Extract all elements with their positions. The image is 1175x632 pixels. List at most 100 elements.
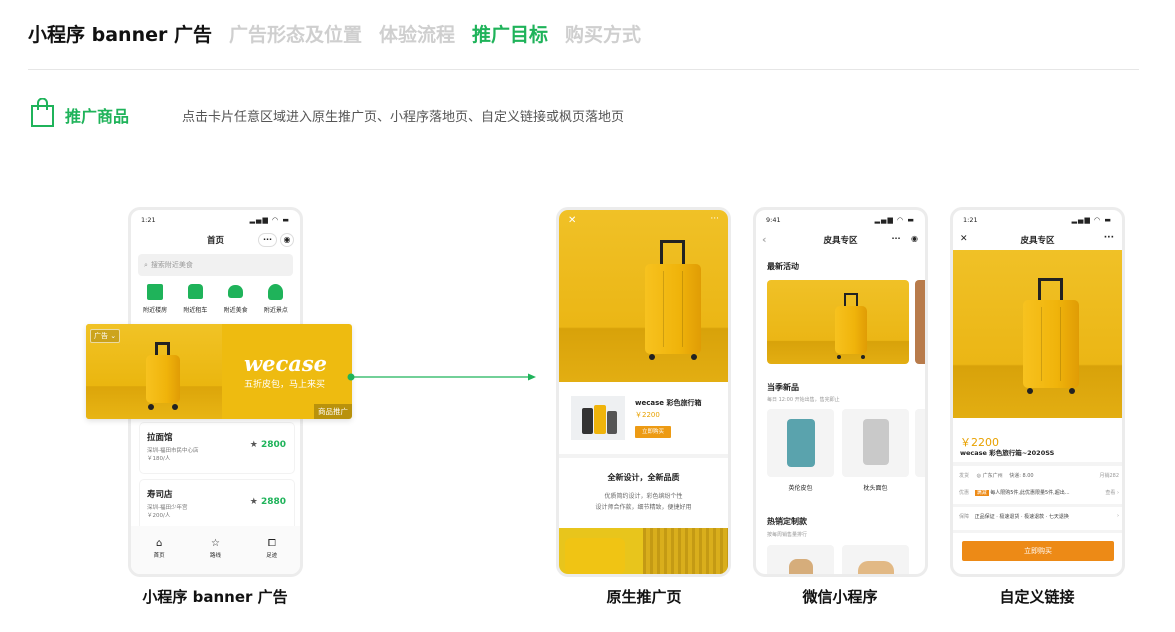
tab-experience-flow[interactable]: 体验流程 — [379, 20, 455, 47]
capsule-menu[interactable]: ··· ◉ — [887, 233, 921, 247]
tab-promotion-goal[interactable]: 推广目标 — [472, 20, 548, 47]
discount-row[interactable]: 优惠 满减 每人限购5件,此优惠限量5件,超出... 查看 › — [959, 489, 1119, 499]
status-bar: 1:21 ▂▄▆ ◠ ▬ — [131, 210, 300, 230]
section-title: 当季新品 — [767, 383, 799, 392]
phone-wechat-mini-program: 9:41 ▂▄▆ ◠ ▬ ‹ 皮具专区 ··· ◉ 最新活动 当季新品 每日 1… — [753, 207, 928, 577]
divider — [28, 69, 1139, 70]
tab-ad-format-position[interactable]: 广告形态及位置 — [229, 20, 362, 47]
section-subtitle: 按每周销售量排行 — [767, 532, 808, 538]
burger-icon — [228, 285, 244, 298]
flow-arrow — [347, 367, 537, 381]
category-label: 附近景点 — [263, 307, 288, 314]
restaurant-address: 深圳-福田市民中心店 — [147, 448, 199, 454]
ad-tag: 广告 ⌄ — [90, 329, 121, 343]
rating: ★ 2800 — [250, 440, 286, 450]
monthly-sales: 月销282 — [1099, 473, 1119, 479]
capsule-menu[interactable]: ··· ◉ — [258, 233, 294, 247]
guarantee-row[interactable]: 保障 正品保证 · 极速退货 · 极速退款 · 七天退换 › — [959, 513, 1119, 523]
buy-now-button[interactable]: 立即购买 — [962, 541, 1114, 561]
more-icon[interactable]: ··· — [887, 233, 905, 247]
row-label: 保障 — [959, 514, 970, 520]
discount-link[interactable]: 查看 › — [1105, 489, 1119, 496]
shipping-origin: 广东广州 — [982, 473, 1003, 479]
tabbar-item-home[interactable]: ⌂ 首页 — [139, 538, 179, 559]
product-title: wecase 彩色旅行箱~2020SS — [960, 449, 1055, 457]
shipping-fee: 快递: 8.00 — [1009, 473, 1034, 479]
caption-custom-link: 自定义链接 — [999, 588, 1075, 606]
product-card[interactable] — [767, 545, 834, 574]
product-card[interactable] — [842, 409, 909, 477]
star-icon: ☆ — [211, 537, 220, 549]
category-item[interactable]: 附近楼房 — [136, 284, 174, 314]
restaurant-price: ￥180/人 — [147, 456, 171, 462]
product-name: 英伦皮包 — [788, 485, 813, 492]
section-divider — [559, 454, 728, 458]
star-icon: ★ — [249, 440, 261, 450]
tabbar-item-footprint[interactable]: ⧠ 足迹 — [252, 538, 292, 559]
list-item[interactable]: 寿司店 深圳-福田少年宫 ￥200/人 ★ 2880 — [140, 480, 294, 530]
divider — [953, 462, 1122, 466]
banner-slogan: 五折皮包，马上来买 — [244, 380, 326, 390]
search-input[interactable]: ⌕ 搜索附近美食 — [138, 254, 293, 276]
tab-purchase-method[interactable]: 购买方式 — [565, 20, 641, 47]
signal-battery-icon: ▂▄▆ ◠ ▬ — [1071, 216, 1112, 224]
tab-mini-program-banner[interactable]: 小程序 banner 广告 — [28, 20, 212, 47]
back-icon[interactable]: ‹ — [762, 233, 767, 246]
product-card[interactable] — [767, 409, 834, 477]
promo-description: 点击卡片任意区域进入原生推广页、小程序落地页、自定义链接或枫页落地页 — [182, 110, 625, 125]
category-item[interactable]: 附近美食 — [217, 284, 255, 314]
category-item[interactable]: 附近景点 — [257, 284, 295, 314]
category-label: 附近租车 — [183, 307, 208, 314]
divider — [953, 504, 1122, 507]
category-item[interactable]: 附近租车 — [176, 284, 214, 314]
more-icon[interactable]: ··· — [258, 233, 277, 247]
bus-icon — [187, 284, 203, 299]
tab-bar: 小程序 banner 广告 广告形态及位置 体验流程 推广目标 购买方式 — [28, 20, 658, 46]
status-time: 1:21 — [963, 216, 978, 224]
close-icon[interactable]: ✕ — [960, 234, 968, 244]
section-title: 最新活动 — [767, 262, 799, 271]
hero-image: ✕ ··· — [559, 210, 728, 382]
nav-bar: 首页 ··· ◉ — [131, 230, 300, 250]
status-bar: 1:21 ▂▄▆ ◠ ▬ — [953, 210, 1122, 230]
phone-custom-link: 1:21 ▂▄▆ ◠ ▬ ✕ 皮具专区 ··· ￥2200 wecase 彩色旅… — [950, 207, 1125, 577]
close-circle-icon[interactable]: ◉ — [908, 233, 921, 247]
restaurant-price: ￥200/人 — [147, 513, 171, 519]
status-bar: 9:41 ▂▄▆ ◠ ▬ — [756, 210, 925, 230]
product-card-next[interactable] — [915, 409, 925, 477]
bookmark-icon: ⧠ — [267, 537, 276, 549]
close-circle-icon[interactable]: ◉ — [280, 233, 294, 247]
product-name: wecase 彩色旅行箱 — [635, 399, 702, 407]
building-icon — [147, 284, 164, 300]
description-line: 优质简约设计，彩色缤纷个性 — [604, 493, 683, 500]
activity-banner-next[interactable] — [915, 280, 925, 364]
suitcase-image — [146, 342, 180, 410]
activity-banner[interactable] — [767, 280, 909, 364]
caption-wechat-mini-program: 微信小程序 — [802, 588, 878, 606]
restaurant-name: 拉面馆 — [147, 433, 173, 443]
chevron-right-icon: › — [1115, 490, 1119, 496]
tree-icon — [268, 284, 284, 300]
close-icon[interactable]: ✕ — [568, 215, 576, 226]
product-card[interactable] — [842, 545, 909, 574]
view-link: 查看 — [1105, 490, 1116, 496]
banner-ad-card[interactable]: 广告 ⌄ wecase 五折皮包，马上来买 商品推广 — [86, 324, 352, 419]
shipping-row: 发货 ◎ 广东广州 快递: 8.00 月销282 — [959, 472, 1119, 482]
location-icon: ◎ — [976, 473, 981, 479]
rating-score: 2800 — [260, 440, 286, 450]
caption-native-landing-page: 原生推广页 — [606, 588, 682, 606]
discount-text: 每人限购5件,此优惠限量5件,超出... — [990, 490, 1070, 496]
buy-now-button[interactable]: 立即购买 — [635, 426, 671, 438]
tabbar-label: 路线 — [209, 552, 221, 559]
list-item[interactable]: 拉面馆 深圳-福田市民中心店 ￥180/人 ★ 2800 — [140, 423, 294, 473]
promo-label: 推广商品 — [65, 107, 130, 126]
more-icon[interactable]: ··· — [710, 214, 719, 224]
tabbar-item-route[interactable]: ☆ 路线 — [195, 538, 235, 559]
caption-mini-program-banner: 小程序 banner 广告 — [142, 588, 288, 606]
promotion-goal-row: 推广商品 点击卡片任意区域进入原生推广页、小程序落地页、自定义链接或枫页落地页 — [30, 97, 624, 132]
category-label: 附近美食 — [223, 307, 248, 314]
detail-image — [559, 528, 728, 574]
more-icon[interactable]: ··· — [1104, 233, 1114, 243]
product-hero-image — [953, 250, 1122, 418]
product-card[interactable]: wecase 彩色旅行箱 ￥2200 立即购买 — [559, 382, 728, 454]
